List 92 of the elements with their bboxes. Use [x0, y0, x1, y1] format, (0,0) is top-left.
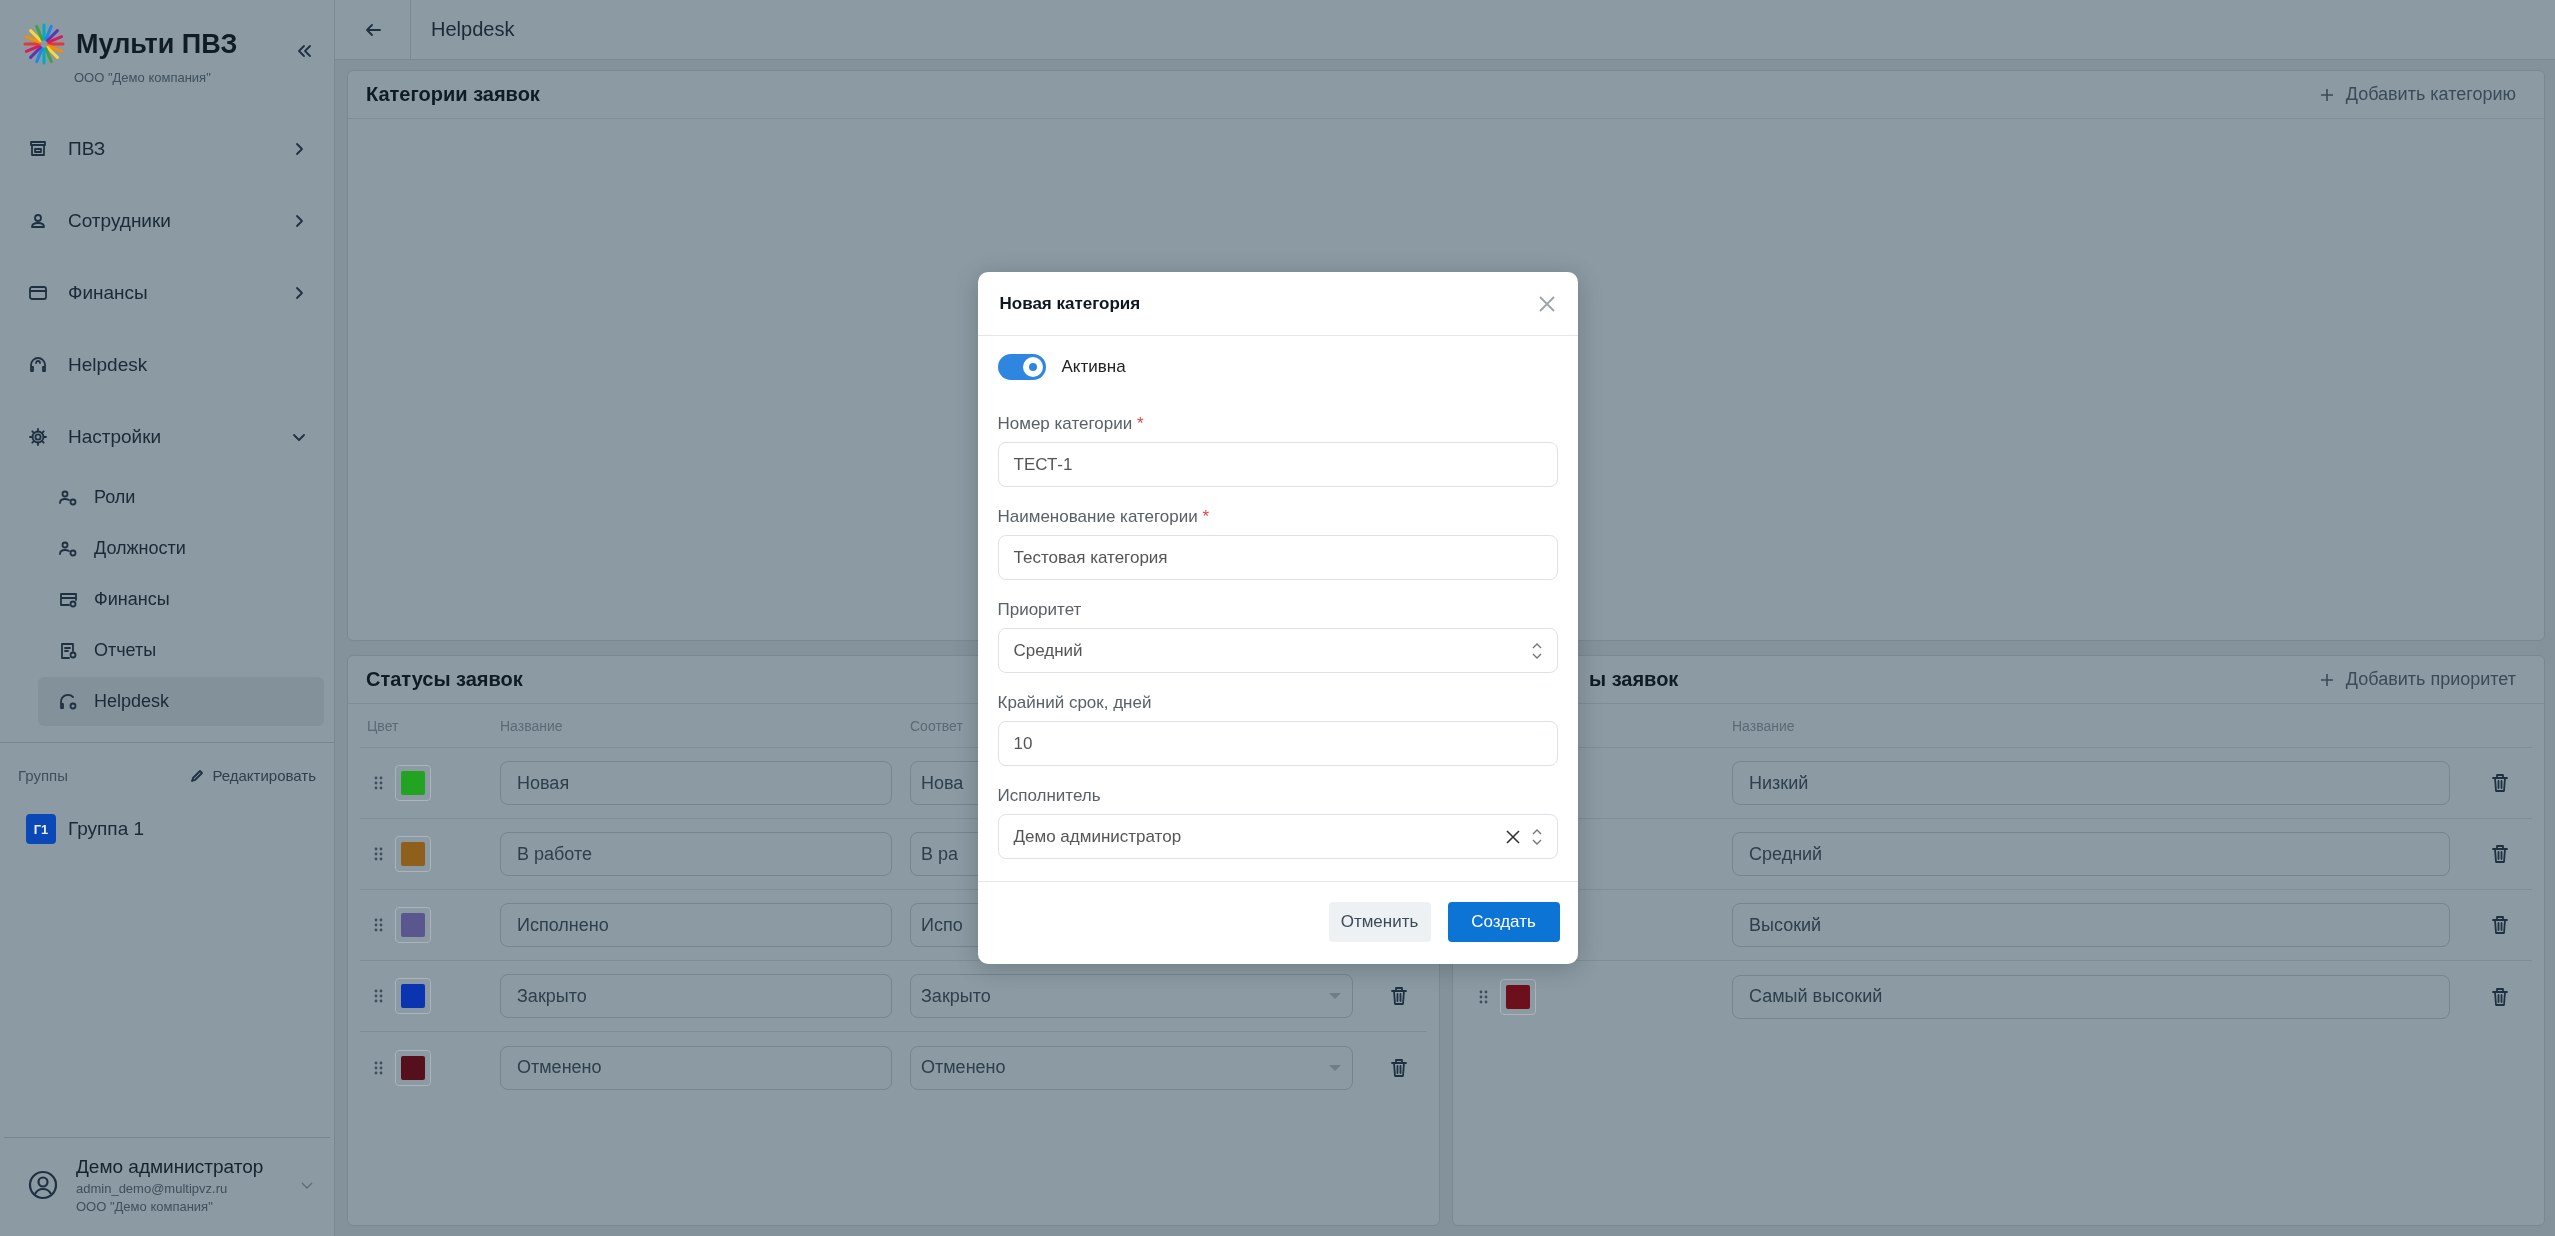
color-swatch[interactable]	[395, 907, 431, 943]
create-button[interactable]: Создать	[1447, 902, 1560, 942]
input-field[interactable]: Низкий	[1732, 761, 2450, 805]
cancel-button[interactable]: Отменить	[1328, 902, 1431, 942]
drag-handle-icon[interactable]	[374, 989, 383, 1003]
sidebar-item[interactable]: ПВЗ	[0, 113, 334, 185]
close-button[interactable]	[1537, 294, 1556, 313]
field-label: Наименование категории *	[997, 507, 1211, 527]
select-field[interactable]: Демо администратор	[997, 814, 1558, 859]
updown-chevron-icon	[1531, 828, 1542, 845]
field-label: Приоритет	[997, 600, 1083, 620]
sidebar-item[interactable]: Helpdesk	[0, 329, 334, 401]
caret-down-icon	[1328, 992, 1342, 1000]
sidebar-item[interactable]: Настройки	[0, 401, 334, 473]
brand-name: Мульти ПВЗ	[76, 28, 238, 60]
user-name: Демо администратор	[76, 1156, 265, 1178]
input-field[interactable]: Отменено	[500, 1045, 892, 1090]
sidebar-subitem[interactable]: Helpdesk	[38, 677, 324, 726]
sidebar-subitem[interactable]: Роли	[38, 473, 324, 522]
input-field[interactable]: Исполнено	[500, 903, 892, 947]
sidebar-subitem[interactable]: Финансы	[38, 575, 324, 624]
field-label: Номер категории *	[997, 414, 1145, 434]
color-swatch[interactable]	[395, 978, 431, 1014]
headset-gear-icon	[58, 691, 78, 712]
pencil-icon	[190, 768, 205, 783]
trash-icon	[2491, 986, 2509, 1007]
plus-icon	[2319, 87, 2334, 102]
drag-handle-icon[interactable]	[374, 847, 383, 861]
caret-down-icon	[1328, 1063, 1342, 1072]
sidebar-subitem[interactable]: Отчеты	[38, 626, 324, 675]
color-swatch[interactable]	[395, 765, 431, 801]
drag-handle-icon[interactable]	[1479, 989, 1488, 1004]
trash-icon	[2491, 773, 2509, 793]
color-swatch[interactable]	[1500, 978, 1536, 1015]
user-company: ООО "Демо компания"	[76, 1199, 214, 1214]
input-field[interactable]: 10	[997, 721, 1558, 766]
close-icon	[1537, 294, 1556, 313]
group-badge: Г1	[26, 814, 56, 844]
clear-button[interactable]	[1505, 829, 1520, 844]
collapse-button[interactable]	[296, 44, 312, 58]
card-icon	[28, 283, 48, 303]
drag-handle-icon[interactable]	[374, 1060, 383, 1075]
color-swatch[interactable]	[395, 836, 431, 872]
input-field[interactable]: Средний	[1732, 832, 2450, 876]
input-field[interactable]: Самый высокий	[1732, 974, 2450, 1019]
toggle-label: Активна	[1061, 357, 1126, 377]
group-item[interactable]: Г1 Группа 1	[0, 798, 334, 860]
company-name: ООО "Демо компания"	[73, 69, 212, 85]
add-button[interactable]: Добавить приоритет	[2309, 669, 2526, 690]
select-field[interactable]: Закрыто	[910, 974, 1353, 1018]
select-field[interactable]: Отменено	[910, 1045, 1353, 1090]
user-avatar-icon	[28, 1170, 58, 1200]
input-field[interactable]: Новая	[500, 761, 892, 805]
trash-icon	[1390, 986, 1408, 1006]
edit-link[interactable]: Редактировать	[190, 767, 316, 784]
panel-title: Категории заявок	[366, 83, 540, 106]
document-gear-icon	[58, 640, 78, 661]
select-field[interactable]: Средний	[997, 628, 1558, 673]
field-label: Исполнитель	[997, 786, 1102, 806]
plus-icon	[2319, 672, 2334, 687]
field-label: Крайний срок, дней	[997, 693, 1153, 713]
trash-icon	[2491, 844, 2509, 864]
toggle-switch[interactable]	[997, 354, 1046, 380]
color-swatch[interactable]	[395, 1049, 431, 1086]
trash-icon	[2491, 915, 2509, 935]
logo-icon	[22, 22, 66, 66]
groups-label: Группы	[18, 767, 68, 784]
updown-chevron-icon	[1531, 642, 1542, 659]
sidebar-item[interactable]: Финансы	[0, 257, 334, 329]
headset-icon	[28, 355, 48, 375]
add-button[interactable]: Добавить категорию	[2309, 84, 2526, 105]
page-title: Helpdesk	[430, 18, 515, 41]
drag-handle-icon[interactable]	[374, 918, 383, 932]
input-field[interactable]: Закрыто	[500, 974, 892, 1018]
input-field[interactable]: В работе	[500, 832, 892, 876]
panel-title: Статусы заявок	[366, 668, 523, 691]
input-field[interactable]: ТЕСТ-1	[997, 442, 1558, 487]
person-icon	[28, 211, 48, 231]
panel-title: ы заявок	[1588, 668, 1679, 691]
double-chevron-left-icon	[296, 44, 312, 58]
sidebar-subitem[interactable]: Должности	[38, 524, 324, 573]
clear-icon	[1505, 829, 1520, 844]
input-field[interactable]: Высокий	[1732, 903, 2450, 947]
input-field[interactable]: Тестовая категория	[997, 535, 1558, 580]
user-email: admin_demo@multipvz.ru	[76, 1181, 229, 1196]
sidebar-item[interactable]: Сотрудники	[0, 185, 334, 257]
gear-icon	[28, 427, 48, 447]
dialog-title: Новая категория	[999, 293, 1141, 314]
store-icon	[28, 139, 48, 159]
arrow-left-icon	[364, 22, 381, 37]
trash-icon	[1390, 1057, 1408, 1078]
drag-handle-icon[interactable]	[374, 776, 383, 790]
